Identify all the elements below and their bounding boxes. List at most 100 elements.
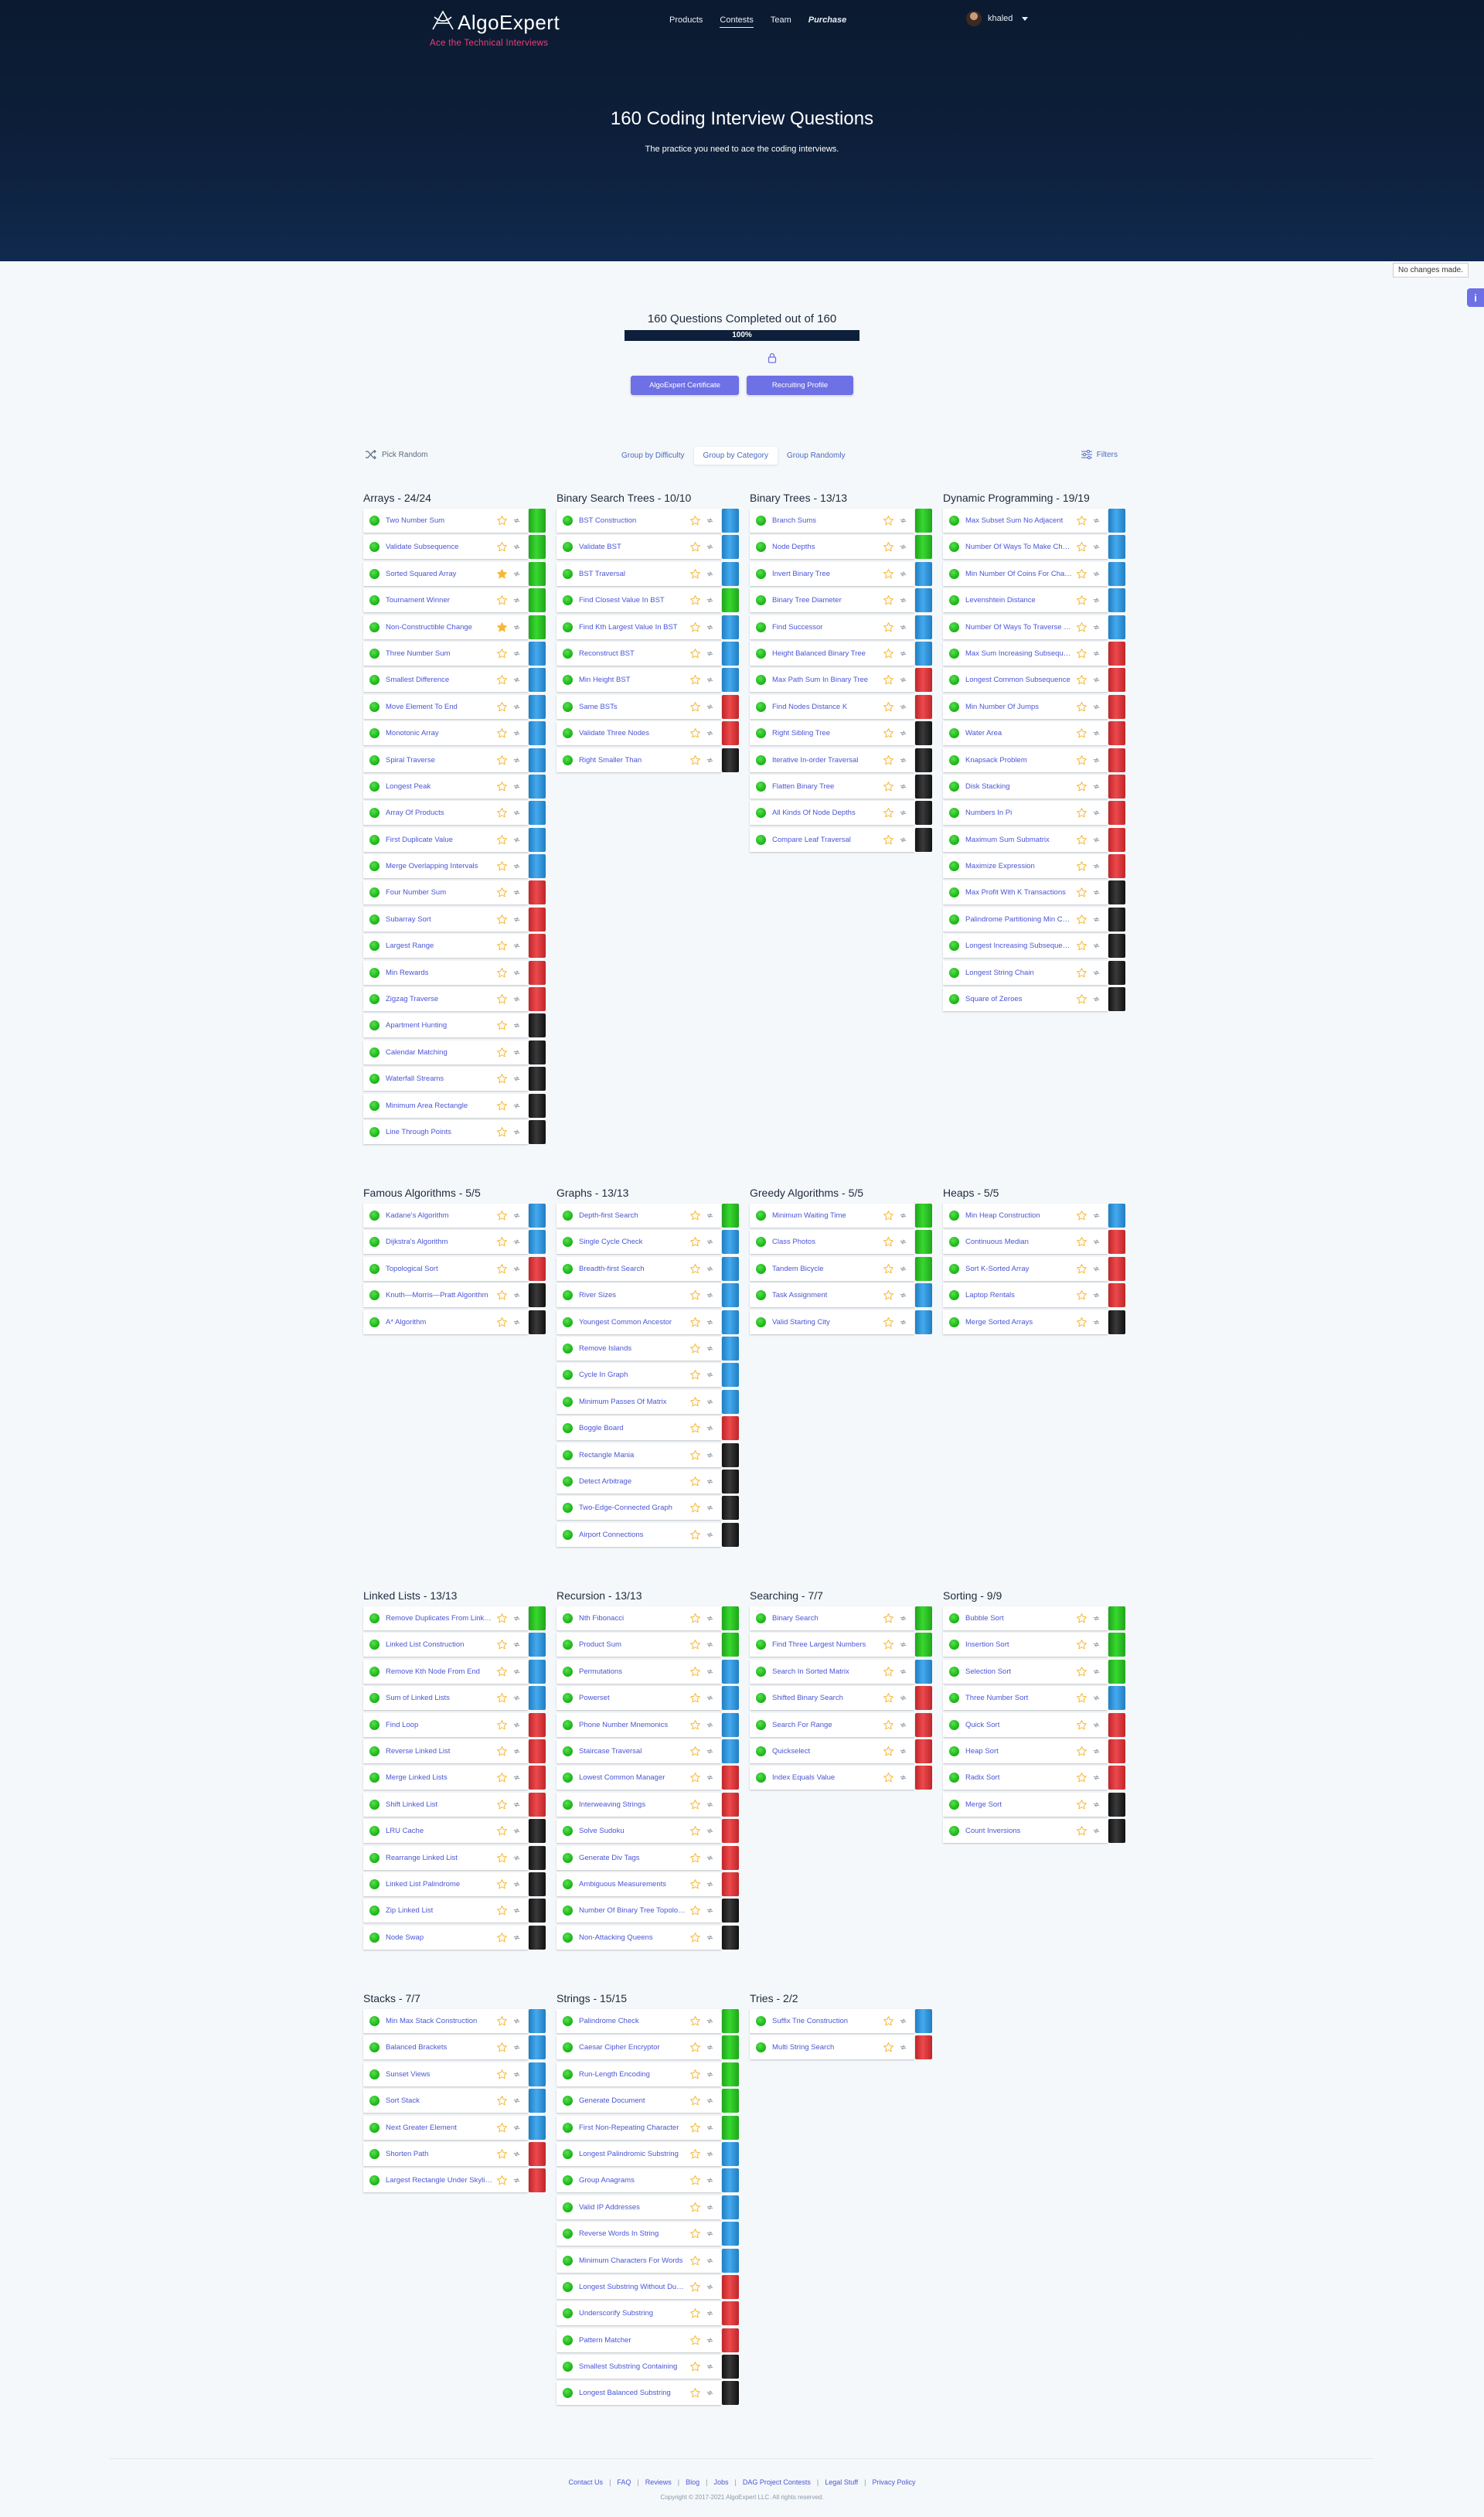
star-icon[interactable] [883,594,894,606]
video-explanation-icon[interactable] [899,596,907,605]
question-card[interactable]: Largest Rectangle Under Skyline [363,2168,528,2193]
question-card[interactable]: Find Three Largest Numbers [750,1633,914,1657]
question-card[interactable]: Non-Constructible Change [363,615,528,639]
question-link[interactable]: Levenshtein Distance [965,596,1072,605]
question-card[interactable]: Minimum Area Rectangle [363,1093,528,1118]
question-link[interactable]: Number Of Ways To Make Change [965,543,1072,551]
question-link[interactable]: Sorted Squared Array [386,570,492,578]
question-link[interactable]: Sum of Linked Lists [386,1694,492,1702]
question-card[interactable]: Boggle Board [556,1416,721,1441]
video-explanation-icon[interactable] [899,1773,907,1782]
question-link[interactable]: Non-Constructible Change [386,623,492,632]
question-card[interactable]: Linked List Construction [363,1633,528,1657]
question-card[interactable]: Sort Stack [363,2089,528,2113]
video-explanation-icon[interactable] [706,623,714,632]
question-card[interactable]: Remove Islands [556,1336,721,1361]
video-explanation-icon[interactable] [706,2362,714,2371]
question-link[interactable]: Waterfall Streams [386,1075,492,1083]
question-card[interactable]: Zip Linked List [363,1899,528,1923]
question-link[interactable]: Find Three Largest Numbers [772,1640,879,1649]
star-icon[interactable] [496,781,508,792]
question-card[interactable]: Balanced Brackets [363,2035,528,2060]
question-link[interactable]: Merge Sorted Arrays [965,1318,1072,1327]
question-card[interactable]: Subarray Sort [363,907,528,932]
question-card[interactable]: All Kinds Of Node Depths [750,801,914,826]
star-icon[interactable] [496,515,508,526]
video-explanation-icon[interactable] [706,1827,714,1835]
question-card[interactable]: Min Number Of Jumps [943,694,1108,719]
star-icon[interactable] [496,1263,508,1275]
question-card[interactable]: Interweaving Strings [556,1792,721,1817]
video-explanation-icon[interactable] [512,1102,521,1110]
star-icon[interactable] [883,1263,894,1275]
star-icon[interactable] [689,2308,701,2319]
question-card[interactable]: Sort K-Sorted Array [943,1256,1108,1281]
question-card[interactable]: Apartment Hunting [363,1013,528,1038]
question-link[interactable]: Min Number Of Jumps [965,703,1072,711]
video-explanation-icon[interactable] [706,1344,714,1353]
video-explanation-icon[interactable] [512,942,521,950]
question-card[interactable]: Binary Search [750,1606,914,1630]
question-link[interactable]: Validate Three Nodes [579,729,686,737]
star-icon[interactable] [689,674,701,686]
video-explanation-icon[interactable] [899,782,907,791]
question-link[interactable]: Detect Arbitrage [579,1477,686,1486]
video-explanation-icon[interactable] [512,1128,521,1136]
question-card[interactable]: Kadane's Algorithm [363,1204,528,1228]
star-icon[interactable] [689,2335,701,2346]
question-link[interactable]: Shifted Binary Search [772,1694,879,1702]
question-card[interactable]: Maximum Sum Submatrix [943,827,1108,852]
video-explanation-icon[interactable] [706,2229,714,2238]
info-icon[interactable]: i [1467,288,1484,307]
question-link[interactable]: Pattern Matcher [579,2336,686,2345]
video-explanation-icon[interactable] [1092,1694,1101,1702]
star-icon[interactable] [1076,1719,1087,1731]
video-explanation-icon[interactable] [899,1318,907,1327]
star-icon[interactable] [496,1905,508,1916]
question-link[interactable]: Right Sibling Tree [772,729,879,737]
question-link[interactable]: Quick Sort [965,1721,1072,1729]
star-icon[interactable] [1076,807,1087,819]
question-card[interactable]: Cycle In Graph [556,1363,721,1388]
question-link[interactable]: Nth Fibonacci [579,1614,686,1623]
video-explanation-icon[interactable] [512,596,521,605]
question-link[interactable]: Smallest Difference [386,676,492,684]
video-explanation-icon[interactable] [512,915,521,924]
question-link[interactable]: Continuous Median [965,1238,1072,1246]
video-explanation-icon[interactable] [706,1291,714,1299]
video-explanation-icon[interactable] [706,1800,714,1809]
star-icon[interactable] [1076,1746,1087,1757]
question-card[interactable]: Move Element To End [363,694,528,719]
star-icon[interactable] [1076,967,1087,979]
star-icon[interactable] [496,594,508,606]
star-icon[interactable] [883,1772,894,1783]
video-explanation-icon[interactable] [706,756,714,765]
video-explanation-icon[interactable] [706,1265,714,1273]
star-icon[interactable] [496,1852,508,1864]
question-card[interactable]: Validate BST [556,535,721,560]
question-link[interactable]: BST Traversal [579,570,686,578]
star-icon[interactable] [496,1692,508,1704]
certificate-button[interactable]: AlgoExpert Certificate [631,376,739,395]
question-card[interactable]: Max Path Sum In Binary Tree [750,668,914,693]
star-icon[interactable] [689,1396,701,1408]
question-card[interactable]: Longest Common Subsequence [943,668,1108,693]
question-link[interactable]: Palindrome Check [579,2017,686,2025]
star-icon[interactable] [1076,1613,1087,1624]
question-link[interactable]: Maximize Expression [965,862,1072,870]
star-icon[interactable] [1076,1289,1087,1301]
question-link[interactable]: Knapsack Problem [965,756,1072,765]
nav-team[interactable]: Team [771,15,791,28]
star-icon[interactable] [689,1369,701,1381]
question-link[interactable]: Laptop Rentals [965,1291,1072,1299]
video-explanation-icon[interactable] [1092,1265,1101,1273]
question-card[interactable]: River Sizes [556,1283,721,1308]
question-card[interactable]: Tandem Bicycle [750,1256,914,1281]
question-link[interactable]: Longest Substring Without Duplication [579,2283,686,2291]
question-link[interactable]: Invert Binary Tree [772,570,879,578]
question-link[interactable]: Staircase Traversal [579,1747,686,1756]
question-link[interactable]: Generate Div Tags [579,1854,686,1862]
video-explanation-icon[interactable] [1092,915,1101,924]
video-explanation-icon[interactable] [1092,1667,1101,1676]
question-link[interactable]: Permutations [579,1667,686,1676]
